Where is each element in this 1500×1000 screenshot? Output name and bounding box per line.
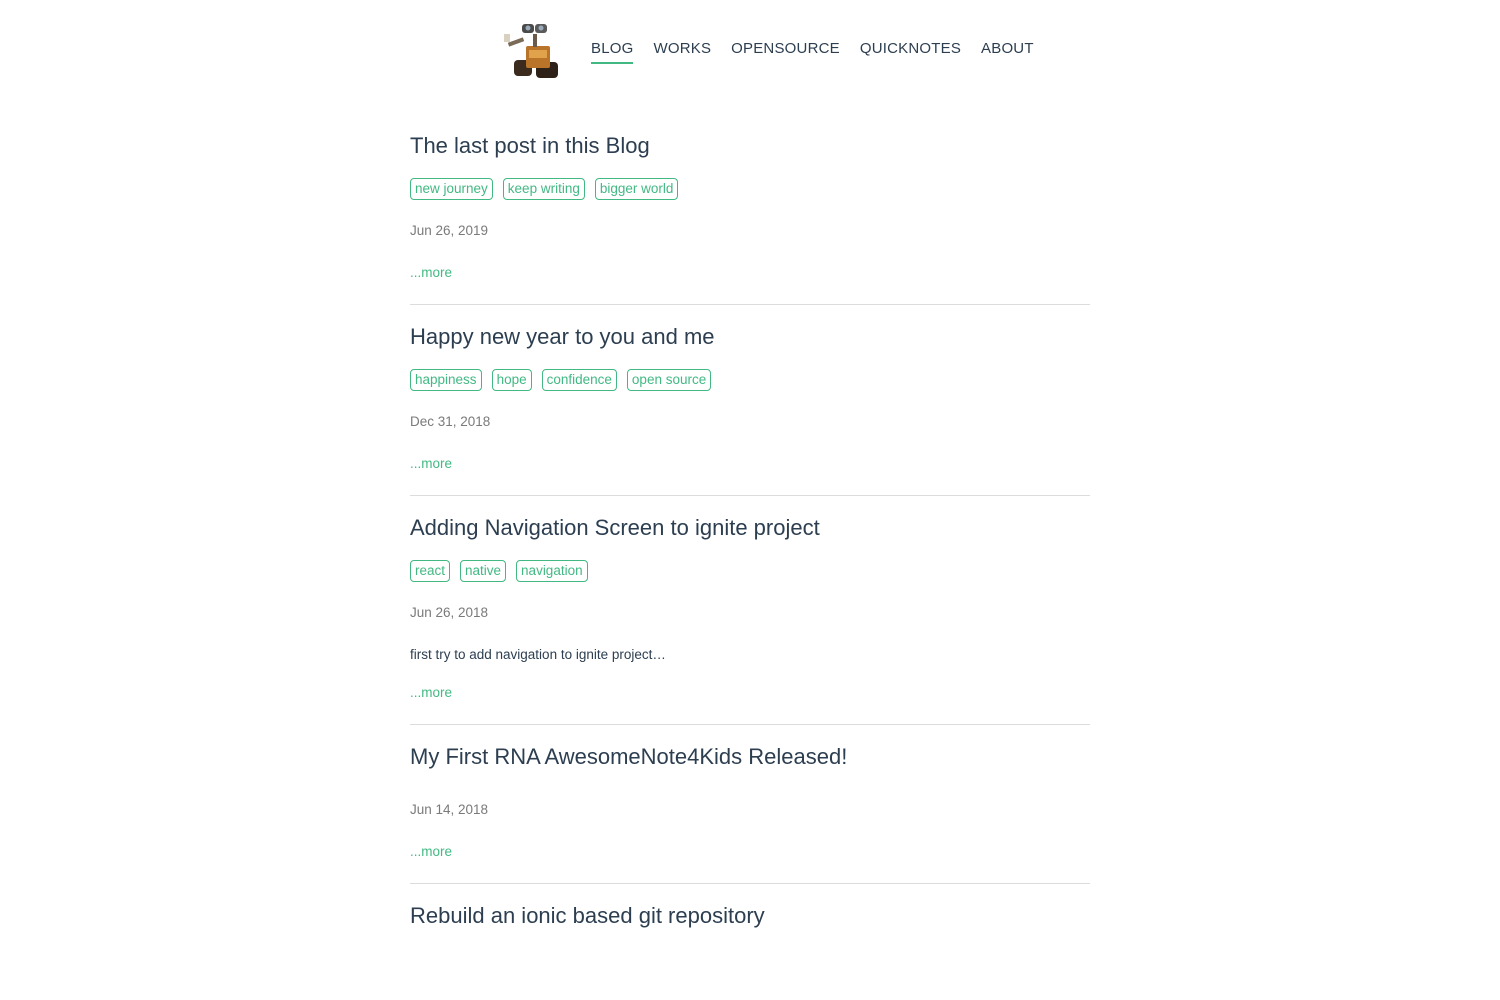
tag-list: happiness hope confidence open source bbox=[410, 369, 1090, 391]
tag[interactable]: keep writing bbox=[502, 178, 585, 200]
site-header bbox=[500, 20, 564, 82]
tag[interactable]: native bbox=[460, 560, 507, 582]
post-date: Dec 31, 2018 bbox=[410, 414, 491, 429]
main-nav: BLOG WORKS OPENSOURCE QUICKNOTES ABOUT bbox=[591, 40, 1034, 64]
post-title[interactable]: The last post in this Blog bbox=[410, 132, 1090, 160]
read-more-link[interactable]: ...more bbox=[410, 684, 452, 702]
tag[interactable]: happiness bbox=[410, 369, 482, 391]
post-excerpt: first try to add navigation to ignite pr… bbox=[410, 647, 666, 662]
robot-logo-icon[interactable] bbox=[500, 20, 564, 82]
post-title[interactable]: Adding Navigation Screen to ignite proje… bbox=[410, 514, 1090, 542]
tag[interactable]: open source bbox=[626, 369, 712, 391]
tag[interactable]: react bbox=[410, 560, 451, 582]
tag[interactable]: new journey bbox=[410, 178, 493, 200]
tag-list: new journey keep writing bigger world bbox=[410, 178, 1090, 200]
tag[interactable]: navigation bbox=[516, 560, 588, 582]
post-item: The last post in this Blog new journey k… bbox=[410, 132, 1090, 305]
post-date: Jun 26, 2018 bbox=[410, 605, 489, 620]
post-title[interactable]: Happy new year to you and me bbox=[410, 323, 1090, 351]
nav-item-works[interactable]: WORKS bbox=[653, 40, 711, 64]
read-more-link[interactable]: ...more bbox=[410, 455, 452, 473]
tag-list: react native navigation bbox=[410, 560, 1090, 582]
post-date: Jun 26, 2019 bbox=[410, 223, 489, 238]
nav-item-blog[interactable]: BLOG bbox=[591, 40, 634, 64]
read-more-link[interactable]: ...more bbox=[410, 843, 452, 861]
tag[interactable]: hope bbox=[491, 369, 532, 391]
tag[interactable]: bigger world bbox=[594, 178, 679, 200]
post-title[interactable]: Rebuild an ionic based git repository bbox=[410, 902, 1090, 930]
post-item: Adding Navigation Screen to ignite proje… bbox=[410, 514, 1090, 725]
post-item: My First RNA AwesomeNote4Kids Released! … bbox=[410, 743, 1090, 884]
nav-item-opensource[interactable]: OPENSOURCE bbox=[731, 40, 840, 64]
nav-item-about[interactable]: ABOUT bbox=[981, 40, 1034, 64]
tag[interactable]: confidence bbox=[541, 369, 617, 391]
nav-item-quicknotes[interactable]: QUICKNOTES bbox=[860, 40, 961, 64]
post-list: The last post in this Blog new journey k… bbox=[410, 128, 1090, 988]
post-item: Rebuild an ionic based git repository bbox=[410, 902, 1090, 970]
post-date: Jun 14, 2018 bbox=[410, 802, 489, 817]
post-item: Happy new year to you and me happiness h… bbox=[410, 323, 1090, 496]
post-title[interactable]: My First RNA AwesomeNote4Kids Released! bbox=[410, 743, 1090, 771]
read-more-link[interactable]: ...more bbox=[410, 264, 452, 282]
